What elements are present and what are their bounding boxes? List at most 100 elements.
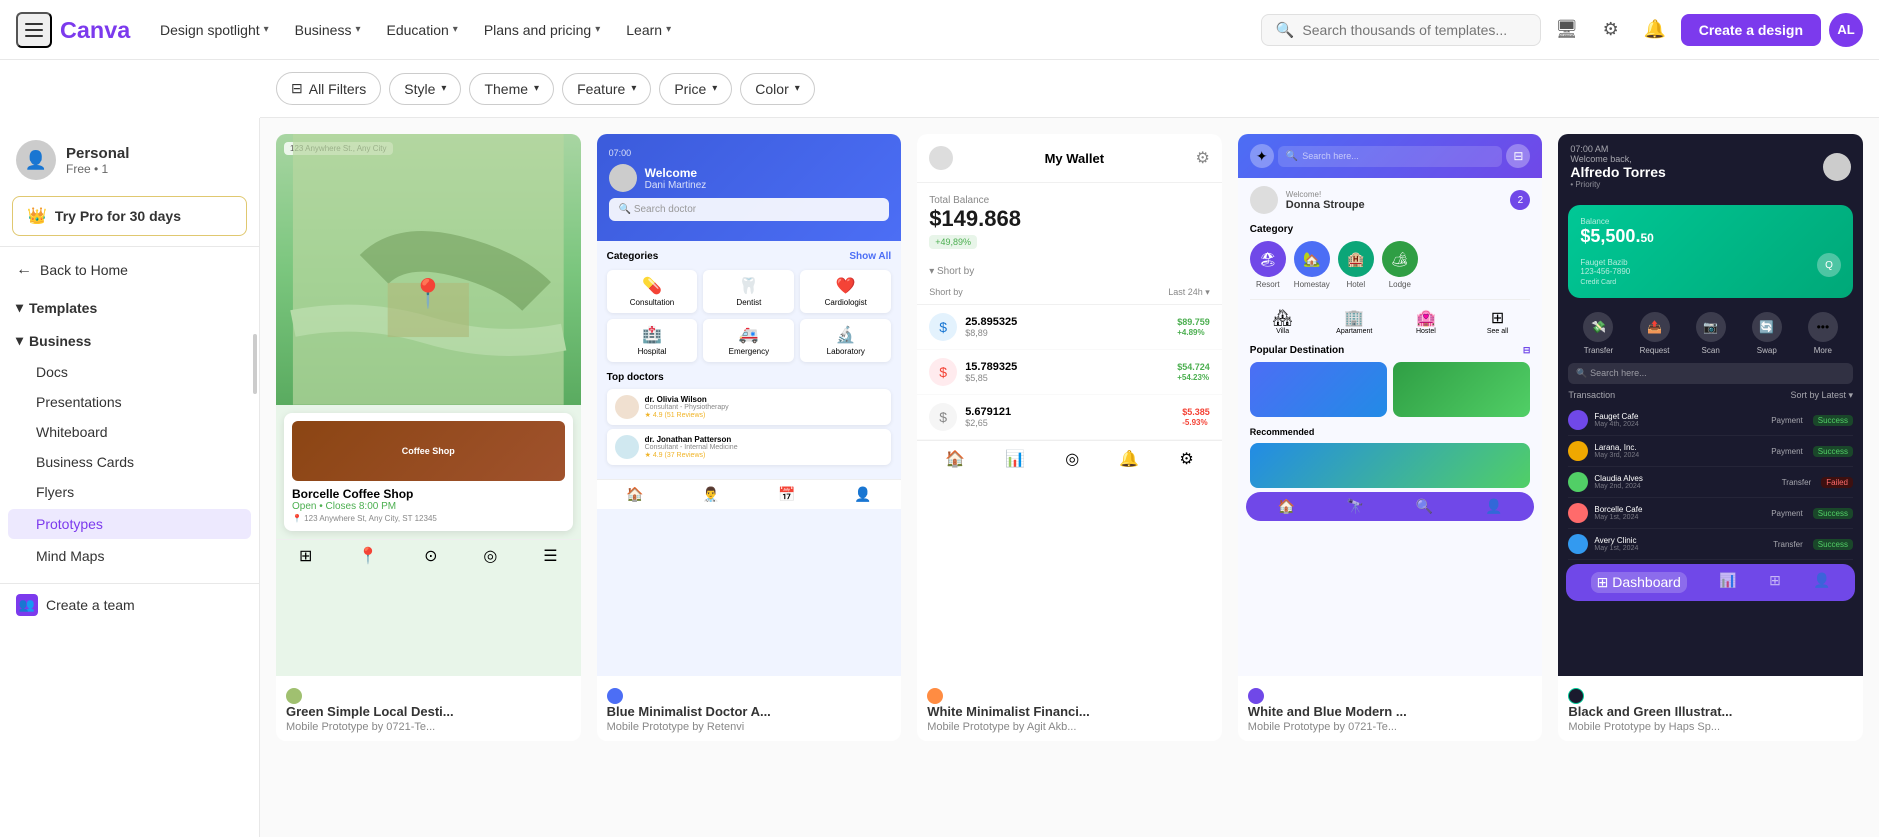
template-card-4[interactable]: ✦ 🔍 Search here... ⊟ Welco: [1238, 134, 1543, 741]
template-author-2: [607, 688, 892, 704]
chevron-down-icon: ▾: [355, 24, 360, 35]
chevron-down-icon: ▾: [534, 83, 539, 94]
user-section: 👤 Personal Free • 1: [0, 130, 259, 192]
sidebar-item-docs[interactable]: Docs: [0, 357, 259, 387]
search-icon: 🔍: [1276, 21, 1295, 39]
filter-icon: ⊟: [291, 80, 303, 97]
mock-phone-map: 123 Anywhere St., Any City 📍: [276, 134, 581, 676]
author-avatar-4: [1248, 688, 1264, 704]
template-info-5: Black and Green Illustrat... Mobile Prot…: [1558, 676, 1863, 741]
nav-business[interactable]: Business ▾: [283, 16, 373, 44]
nav-links: Design spotlight ▾ Business ▾ Education …: [148, 16, 1253, 44]
try-pro-button[interactable]: 👑 Try Pro for 30 days: [12, 196, 247, 236]
template-subtitle-5: Mobile Prototype by Haps Sp...: [1568, 721, 1853, 733]
team-icon: 👥: [16, 594, 38, 616]
price-filter-button[interactable]: Price ▾: [659, 73, 732, 105]
template-thumb-1: 123 Anywhere St., Any City 📍: [276, 134, 581, 676]
notifications-button[interactable]: 🔔: [1637, 12, 1673, 48]
template-thumb-3: My Wallet ⚙ Total Balance $149.868 +49,8…: [917, 134, 1222, 676]
sidebar-item-mind-maps[interactable]: Mind Maps: [0, 541, 259, 571]
template-title-5: Black and Green Illustrat...: [1568, 704, 1853, 719]
theme-filter-button[interactable]: Theme ▾: [469, 73, 554, 105]
user-info: Personal Free • 1: [66, 145, 129, 176]
hamburger-button[interactable]: [16, 12, 52, 48]
search-input[interactable]: [1302, 22, 1525, 38]
bell-icon: 🔔: [1644, 19, 1666, 40]
template-author-3: [927, 688, 1212, 704]
chevron-down-icon: ▾: [16, 332, 23, 349]
sidebar: 👤 Personal Free • 1 👑 Try Pro for 30 day…: [0, 118, 260, 837]
mock-phone-finance-dark: 07:00 AM Welcome back, Alfredo Torres • …: [1558, 134, 1863, 676]
chevron-down-icon: ▾: [441, 83, 446, 94]
template-title-4: White and Blue Modern ...: [1248, 704, 1533, 719]
nav-design-spotlight[interactable]: Design spotlight ▾: [148, 16, 281, 44]
template-thumb-5: 07:00 AM Welcome back, Alfredo Torres • …: [1558, 134, 1863, 676]
sidebar-divider: [0, 246, 259, 247]
chevron-down-icon: ▾: [666, 24, 671, 35]
template-info-4: White and Blue Modern ... Mobile Prototy…: [1238, 676, 1543, 741]
feature-filter-button[interactable]: Feature ▾: [562, 73, 651, 105]
author-avatar-5: [1568, 688, 1584, 704]
sidebar-item-flyers[interactable]: Flyers: [0, 477, 259, 507]
template-subtitle-2: Mobile Prototype by Retenvi: [607, 721, 892, 733]
style-filter-button[interactable]: Style ▾: [389, 73, 461, 105]
chevron-down-icon: ▾: [795, 83, 800, 94]
user-plan: Free • 1: [66, 162, 129, 176]
nav-plans[interactable]: Plans and pricing ▾: [472, 16, 612, 44]
template-title-1: Green Simple Local Desti...: [286, 704, 571, 719]
sidebar-item-prototypes[interactable]: Prototypes: [8, 509, 251, 539]
template-info-3: White Minimalist Financi... Mobile Proto…: [917, 676, 1222, 741]
avatar[interactable]: AL: [1829, 13, 1863, 47]
sidebar-item-business-cards[interactable]: Business Cards: [0, 447, 259, 477]
chevron-down-icon: ▾: [595, 24, 600, 35]
template-card-5[interactable]: 07:00 AM Welcome back, Alfredo Torres • …: [1558, 134, 1863, 741]
chevron-down-icon: ▾: [453, 24, 458, 35]
sidebar-item-whiteboard[interactable]: Whiteboard: [0, 417, 259, 447]
all-filters-button[interactable]: ⊟ All Filters: [276, 72, 381, 105]
search-bar[interactable]: 🔍: [1261, 14, 1541, 46]
template-title-2: Blue Minimalist Doctor A...: [607, 704, 892, 719]
create-team-button[interactable]: 👥 Create a team: [0, 583, 259, 626]
author-avatar-2: [607, 688, 623, 704]
main-layout: 👤 Personal Free • 1 👑 Try Pro for 30 day…: [0, 118, 1879, 837]
monitor-button[interactable]: 🖥: [1549, 12, 1585, 48]
create-design-button[interactable]: Create a design: [1681, 14, 1821, 46]
sidebar-item-templates[interactable]: ▾ Templates: [0, 291, 259, 324]
sidebar-item-business[interactable]: ▾ Business: [0, 324, 259, 357]
back-home-link[interactable]: ← Back to Home: [0, 253, 259, 287]
template-card-2[interactable]: 07:00 Welcome Dani Martinez 🔍 Search doc…: [597, 134, 902, 741]
mock-phone-finance-light: My Wallet ⚙ Total Balance $149.868 +49,8…: [917, 134, 1222, 676]
monitor-icon: 🖥: [1555, 19, 1578, 40]
template-info-1: Green Simple Local Desti... Mobile Proto…: [276, 676, 581, 741]
user-avatar: 👤: [16, 140, 56, 180]
svg-text:Canva: Canva: [60, 17, 131, 43]
nav-education[interactable]: Education ▾: [375, 16, 470, 44]
chevron-down-icon: ▾: [16, 299, 23, 316]
content-area: 123 Anywhere St., Any City 📍: [260, 118, 1879, 837]
hamburger-icon: [25, 23, 43, 37]
gear-icon: ⚙: [1603, 19, 1619, 40]
nav-right: 🔍 🖥 ⚙ 🔔 Create a design AL: [1261, 12, 1863, 48]
top-nav: Canva Design spotlight ▾ Business ▾ Educ…: [0, 0, 1879, 60]
canva-logo: Canva: [60, 16, 132, 44]
crown-icon: 👑: [27, 206, 47, 226]
user-name: Personal: [66, 145, 129, 162]
template-card-1[interactable]: 123 Anywhere St., Any City 📍: [276, 134, 581, 741]
templates-grid: 123 Anywhere St., Any City 📍: [276, 134, 1863, 741]
template-thumb-4: ✦ 🔍 Search here... ⊟ Welco: [1238, 134, 1543, 676]
template-card-3[interactable]: My Wallet ⚙ Total Balance $149.868 +49,8…: [917, 134, 1222, 741]
template-author-5: [1568, 688, 1853, 704]
template-subtitle-1: Mobile Prototype by 0721-Te...: [286, 721, 571, 733]
template-title-3: White Minimalist Financi...: [927, 704, 1212, 719]
chevron-down-icon: ▾: [712, 83, 717, 94]
template-subtitle-4: Mobile Prototype by 0721-Te...: [1248, 721, 1533, 733]
sidebar-item-presentations[interactable]: Presentations: [0, 387, 259, 417]
mock-phone-doctor: 07:00 Welcome Dani Martinez 🔍 Search doc…: [597, 134, 902, 676]
back-arrow-icon: ←: [16, 261, 32, 279]
nav-learn[interactable]: Learn ▾: [614, 16, 683, 44]
color-filter-button[interactable]: Color ▾: [740, 73, 815, 105]
template-author-4: [1248, 688, 1533, 704]
settings-button[interactable]: ⚙: [1593, 12, 1629, 48]
template-author-1: [286, 688, 571, 704]
chevron-down-icon: ▾: [264, 24, 269, 35]
